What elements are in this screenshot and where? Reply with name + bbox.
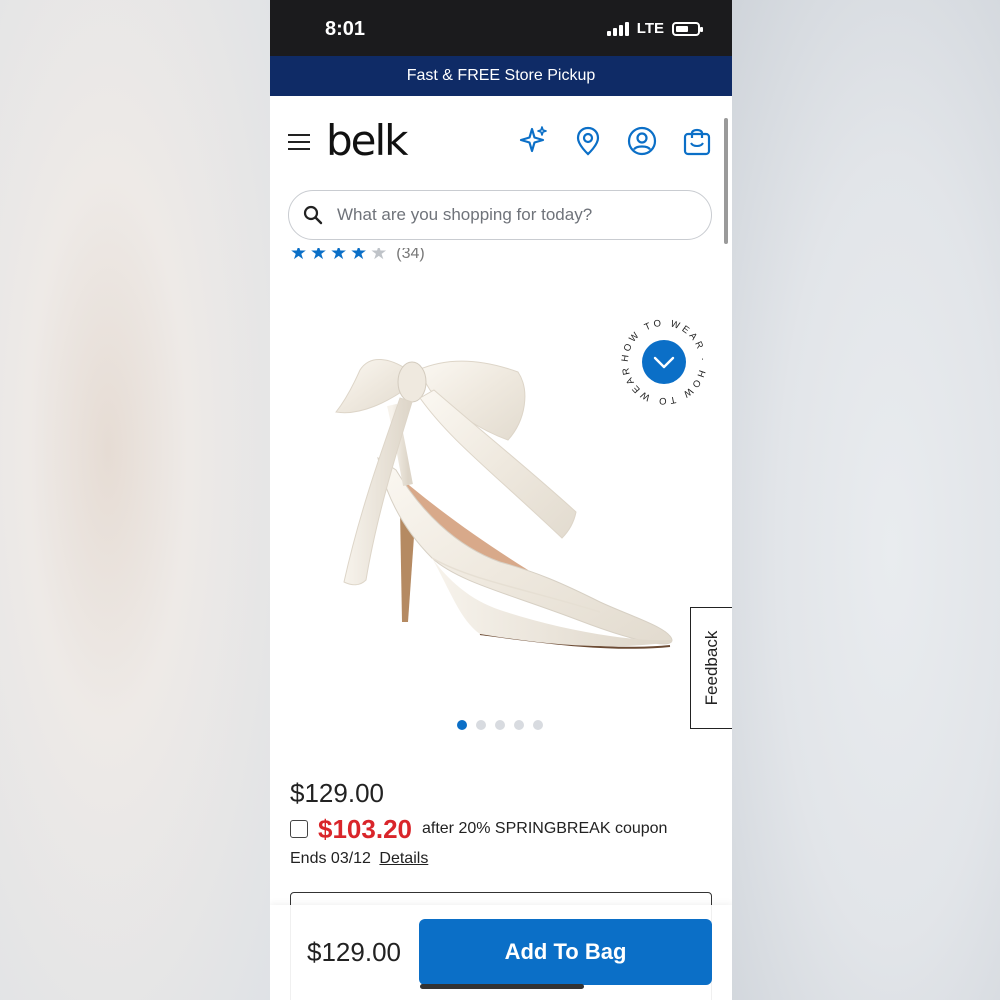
background-blur-right: [730, 0, 1000, 1000]
shopping-bag-icon[interactable]: [680, 124, 714, 158]
carousel-dot[interactable]: [457, 720, 467, 730]
promo-banner[interactable]: Fast & FREE Store Pickup: [270, 56, 732, 96]
signal-icon: [606, 21, 629, 36]
belk-logo[interactable]: belk: [326, 116, 408, 165]
search-bar[interactable]: [288, 190, 712, 240]
coupon-end-date: Ends 03/12: [290, 850, 371, 867]
how-to-wear-ring-icon: HOW TO WEAR · HOW TO WEAR ·: [617, 310, 705, 406]
coupon-checkbox[interactable]: [290, 820, 308, 838]
search-icon: [303, 205, 323, 225]
status-bar: 8:01 LTE: [270, 0, 732, 56]
feedback-label: Feedback: [701, 630, 721, 706]
site-header: belk: [270, 96, 732, 256]
coupon-ends: Ends 03/12 Details: [290, 850, 428, 868]
network-label: LTE: [636, 20, 664, 37]
background-blur-left: [0, 0, 270, 1000]
account-icon[interactable]: [625, 124, 659, 158]
scrollbar[interactable]: [724, 118, 728, 244]
coupon-row: $103.20 after 20% SPRINGBREAK coupon: [290, 812, 667, 846]
phone-screen: 8:01 LTE Fast & FREE Store Pickup belk W…: [270, 0, 732, 1000]
coupon-price: $103.20: [318, 813, 412, 844]
carousel-dots: [457, 720, 543, 730]
carousel-dot[interactable]: [514, 720, 524, 730]
regular-price: $129.00: [290, 778, 384, 808]
coupon-text: after 20% SPRINGBREAK coupon: [421, 820, 668, 837]
location-pin-icon[interactable]: [571, 124, 605, 158]
feedback-tab[interactable]: Feedback: [690, 607, 732, 729]
carousel-dot[interactable]: [533, 720, 543, 730]
menu-icon[interactable]: [288, 134, 310, 152]
carousel-dot[interactable]: [495, 720, 505, 730]
carousel-dot[interactable]: [476, 720, 486, 730]
bottom-price: $129.00: [307, 937, 401, 967]
status-indicators: LTE: [606, 20, 703, 37]
search-input[interactable]: [337, 203, 687, 227]
status-time: 8:01: [325, 18, 366, 40]
details-link[interactable]: Details: [379, 850, 428, 867]
battery-icon: [672, 21, 703, 36]
how-to-wear-badge[interactable]: HOW TO WEAR · HOW TO WEAR ·: [617, 310, 708, 406]
home-indicator[interactable]: [420, 984, 584, 989]
add-to-bag-button[interactable]: Add To Bag: [419, 919, 712, 985]
sparkle-icon[interactable]: [516, 124, 550, 158]
